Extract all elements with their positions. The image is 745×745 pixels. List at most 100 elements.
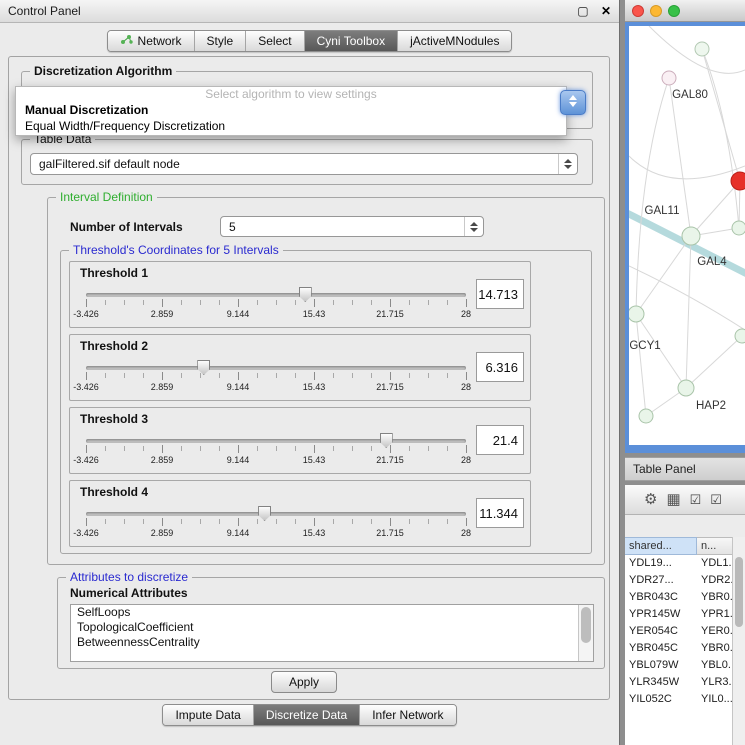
table-scrollbar[interactable] (732, 537, 745, 745)
slider-tick-label: 2.859 (151, 455, 174, 465)
scrollbar-thumb[interactable] (735, 557, 743, 627)
table-row[interactable]: YBR043CYBR0... (625, 589, 745, 606)
network-node[interactable] (695, 42, 709, 56)
apply-button[interactable]: Apply (271, 671, 337, 693)
slider-tick-label: 2.859 (151, 382, 174, 392)
attribute-list-item[interactable]: BetweennessCentrality (71, 635, 593, 650)
threshold-block: Threshold 321.4-3.4262.8599.14415.4321.7… (69, 407, 531, 474)
checkbox-icon[interactable]: ☑ (710, 493, 722, 506)
scrollbar-thumb[interactable] (581, 607, 591, 643)
network-edge[interactable] (686, 336, 742, 388)
table-row[interactable]: YPR145WYPR1... (625, 606, 745, 623)
network-node[interactable] (678, 380, 694, 396)
table-data-combobox[interactable]: galFiltered.sif default node (30, 153, 578, 175)
slider-major-tick (314, 372, 315, 380)
close-window-icon[interactable]: ✕ (601, 4, 611, 18)
table-header-row: shared... n... (625, 537, 745, 555)
table-row[interactable]: YBL079WYBL0... (625, 657, 745, 674)
attribute-list-item[interactable]: TopologicalCoefficient (71, 620, 593, 635)
cell-shared-name: YER054C (625, 623, 697, 640)
network-node[interactable] (639, 409, 653, 423)
network-node[interactable] (682, 227, 700, 245)
network-edge[interactable] (686, 236, 691, 388)
network-node[interactable] (735, 329, 745, 343)
threshold-label: Threshold 1 (80, 266, 148, 280)
checkbox-icon[interactable]: ☑ (690, 493, 702, 506)
tab-jactivemnodules[interactable]: jActiveMNodules (397, 31, 511, 51)
slider-track[interactable] (86, 512, 466, 516)
node-attribute-table: shared... n... YDL19...YDL1...YDR27...YD… (625, 537, 745, 745)
column-header-shared-name[interactable]: shared... (625, 537, 697, 555)
table-row[interactable]: YDL19...YDL1... (625, 555, 745, 572)
algorithm-combobox-stepper[interactable] (560, 90, 586, 115)
threshold-value-field[interactable]: 6.316 (476, 352, 524, 382)
cell-name: YBR0... (697, 640, 733, 657)
slider-major-tick (162, 372, 163, 380)
tab-label: Select (258, 34, 291, 48)
algorithm-option-equal-width-frequency-discretization[interactable]: Equal Width/Frequency Discretization (16, 118, 566, 134)
network-edge[interactable] (636, 314, 646, 416)
columns-icon[interactable]: ▦ (666, 492, 680, 507)
network-node[interactable] (662, 71, 676, 85)
network-node[interactable] (731, 172, 745, 190)
network-node[interactable] (629, 306, 644, 322)
threshold-value-field[interactable]: 21.4 (476, 425, 524, 455)
column-header-name[interactable]: n... (697, 537, 733, 555)
table-row[interactable]: YIL052CYIL0... (625, 691, 745, 708)
minimize-traffic-light-icon[interactable] (650, 5, 662, 17)
network-window-titlebar[interactable] (625, 0, 745, 22)
combo-stepper-icon (464, 217, 483, 236)
tab-cyni-toolbox[interactable]: Cyni Toolbox (304, 31, 397, 51)
tab-network[interactable]: Network (108, 31, 194, 51)
top-tab-bar: Network Style Select Cyni Toolbox jActiveMNo… (107, 30, 513, 52)
close-traffic-light-icon[interactable] (632, 5, 644, 17)
slider-track[interactable] (86, 293, 466, 297)
table-row[interactable]: YLR345WYLR3... (625, 674, 745, 691)
slider-tick-label: 28 (461, 528, 471, 538)
tab-label: Style (207, 34, 234, 48)
attribute-list-item[interactable]: SelfLoops (71, 605, 593, 620)
network-edge[interactable] (636, 236, 691, 314)
cyni-toolbox-panel: Discretization Algorithm Select algorith… (8, 56, 610, 700)
slider-track[interactable] (86, 439, 466, 443)
control-panel-titlebar[interactable]: Control Panel ▢ ✕ (0, 0, 619, 23)
threshold-value-field[interactable]: 11.344 (476, 498, 524, 528)
tab-style[interactable]: Style (194, 31, 246, 51)
tab-impute-data[interactable]: Impute Data (163, 705, 252, 725)
threshold-slider[interactable]: -3.4262.8599.14415.4321.71528 (86, 359, 466, 399)
table-panel-toolbar: ⚙ ▦ ☑ ☑ (625, 485, 745, 515)
slider-track[interactable] (86, 366, 466, 370)
tab-select[interactable]: Select (245, 31, 303, 51)
threshold-slider[interactable]: -3.4262.8599.14415.4321.71528 (86, 505, 466, 545)
threshold-slider[interactable]: -3.4262.8599.14415.4321.71528 (86, 432, 466, 472)
table-row[interactable]: YBR045CYBR0... (625, 640, 745, 657)
slider-minor-ticks (86, 519, 466, 524)
numerical-attributes-list[interactable]: SelfLoopsTopologicalCoefficientBetweenne… (70, 604, 594, 662)
network-edge[interactable] (702, 49, 739, 228)
slider-tick-label: 21.715 (376, 528, 404, 538)
table-row[interactable]: YDR27...YDR2... (625, 572, 745, 589)
zoom-traffic-light-icon[interactable] (668, 5, 680, 17)
cell-shared-name: YDL19... (625, 555, 697, 572)
slider-major-tick (314, 518, 315, 526)
network-edge[interactable] (629, 266, 745, 330)
tab-discretize-data[interactable]: Discretize Data (253, 705, 359, 725)
settings-gear-icon[interactable]: ⚙ (644, 492, 657, 507)
slider-major-tick (86, 299, 87, 307)
algorithm-option-manual-discretization[interactable]: Manual Discretization (16, 102, 566, 118)
slider-minor-ticks (86, 373, 466, 378)
list-scrollbar[interactable] (578, 605, 593, 661)
tab-infer-network[interactable]: Infer Network (359, 705, 455, 725)
float-window-icon[interactable]: ▢ (577, 4, 588, 18)
table-row[interactable]: YER054CYER0... (625, 623, 745, 640)
slider-major-tick (86, 445, 87, 453)
network-edge[interactable] (636, 78, 669, 314)
cell-name: YBR0... (697, 589, 733, 606)
tab-label: jActiveMNodules (410, 34, 499, 48)
threshold-block: Threshold 411.344-3.4262.8599.14415.4321… (69, 480, 531, 547)
threshold-value-field[interactable]: 14.713 (476, 279, 524, 309)
threshold-slider[interactable]: -3.4262.8599.14415.4321.71528 (86, 286, 466, 326)
network-canvas[interactable]: GAL80GAL11GAL4GCY1HAP2 (629, 26, 745, 445)
intervals-combobox[interactable]: 5 (220, 216, 484, 237)
network-node[interactable] (732, 221, 745, 235)
